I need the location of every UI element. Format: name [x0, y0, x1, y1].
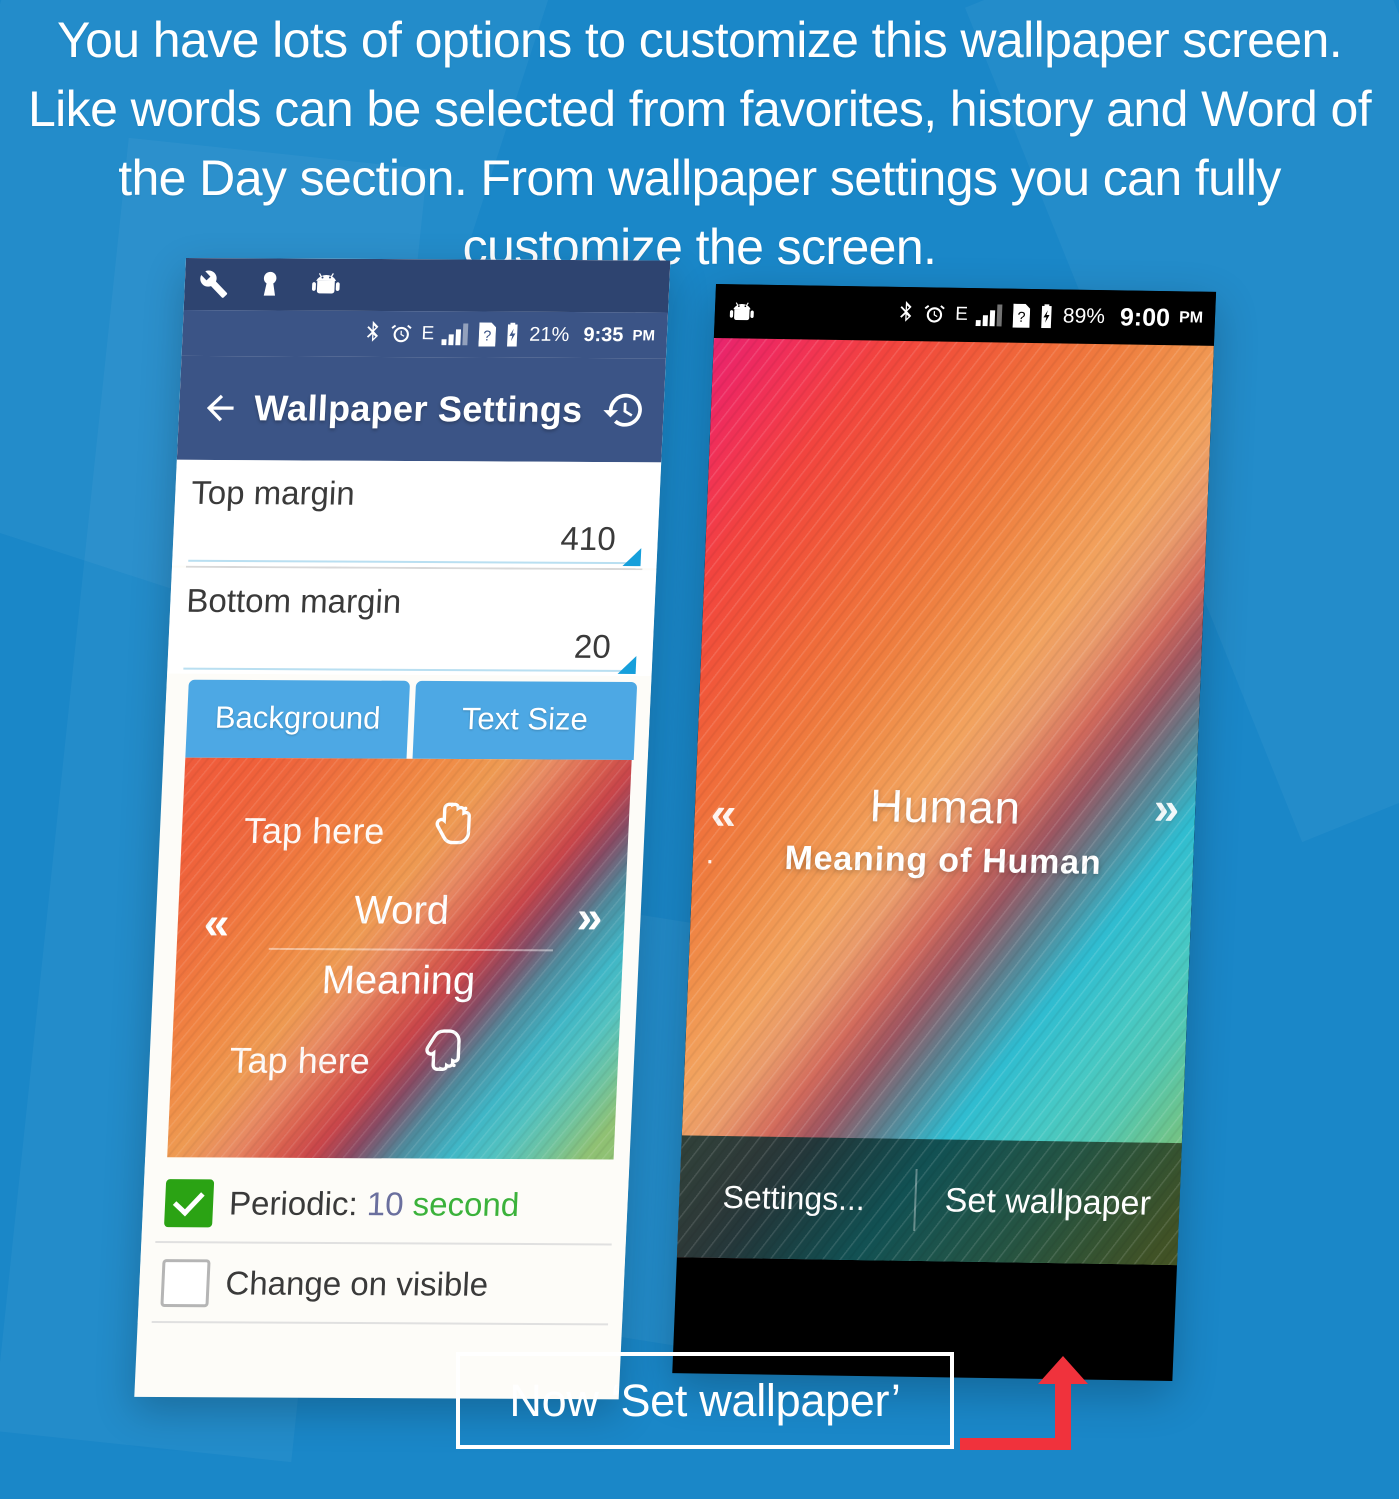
checkbox-periodic[interactable]: [164, 1179, 215, 1228]
live-wallpaper-canvas[interactable]: « » · Human Meaning of Human Settings...…: [676, 337, 1214, 1266]
right-phone-screenshot: E ? 89% 9:00 PM « » · Human Meaning of H…: [672, 284, 1217, 1381]
slider-handle-icon[interactable]: [622, 548, 642, 567]
tab-background[interactable]: Background: [185, 679, 411, 759]
preview-next-chevron-icon[interactable]: »: [576, 890, 604, 944]
caption-text: Now ‘Set wallpaper’: [509, 1374, 901, 1426]
right-clock-time: 9:00: [1119, 302, 1171, 332]
wallpaper-word: Human: [868, 779, 1022, 834]
alarm-icon: [391, 324, 412, 342]
preview-tap-top-label: Tap here: [243, 809, 386, 852]
left-app-bar: Wallpaper Settings: [176, 355, 666, 463]
left-status-bar: E ? 21% 9:35 PM: [181, 309, 669, 359]
signal-bars-icon: [441, 323, 469, 346]
slider-handle-icon[interactable]: [617, 655, 637, 675]
sim-question-icon: ?: [1012, 303, 1031, 328]
setting-underline[interactable]: [183, 655, 637, 675]
alarm-icon: [924, 304, 946, 323]
preview-tab-bar: Background Text Size: [163, 673, 652, 761]
android-head-icon: [729, 302, 754, 321]
right-status-bar: E ? 89% 9:00 PM: [713, 284, 1217, 346]
left-clock-time: 9:35: [582, 323, 624, 346]
edge-signal-icon: E: [421, 323, 434, 345]
checkbox-row-periodic[interactable]: Periodic: 10 second: [141, 1163, 629, 1246]
right-clock-meridiem: PM: [1178, 309, 1204, 327]
tab-text-size[interactable]: Text Size: [412, 680, 638, 760]
wallpaper-action-bar: Settings... Set wallpaper: [676, 1135, 1182, 1266]
left-phone-screenshot: E ? 21% 9:35 PM Wallpaper Settings Top m…: [134, 258, 671, 1400]
signal-bars-icon: [975, 304, 1003, 327]
settings-button[interactable]: Settings...: [679, 1178, 915, 1219]
left-battery-percent: 21%: [528, 323, 570, 346]
history-icon[interactable]: [601, 388, 647, 432]
wallpaper-meaning: Meaning of Human: [783, 838, 1103, 882]
hand-point-down-icon: [435, 802, 471, 845]
keyhole-icon: [263, 271, 277, 296]
bluetooth-icon: [900, 300, 912, 322]
edge-signal-icon: E: [954, 303, 968, 325]
set-wallpaper-button[interactable]: Set wallpaper: [915, 1181, 1180, 1224]
page-title: Wallpaper Settings: [253, 387, 584, 430]
android-head-icon: [311, 273, 340, 294]
svg-text:?: ?: [1017, 310, 1026, 326]
left-notification-bar: [183, 258, 671, 313]
checkbox-row-change-on-visible[interactable]: Change on visible: [138, 1243, 626, 1326]
left-clock-meridiem: PM: [632, 326, 656, 344]
preview-rule: [268, 947, 554, 952]
setting-label: Top margin: [190, 473, 356, 512]
wallpaper-preview[interactable]: Tap here Word Meaning Tap here « »: [167, 757, 632, 1160]
setting-underline[interactable]: [188, 548, 642, 567]
battery-charging-icon: [1041, 304, 1052, 329]
preview-tap-bottom-label: Tap here: [228, 1039, 371, 1082]
battery-charging-icon: [507, 322, 519, 347]
setting-label: Bottom margin: [185, 581, 403, 620]
checkbox-periodic-label: Periodic: 10 second: [228, 1184, 521, 1223]
checkbox-group: Periodic: 10 second Change on visible: [137, 1157, 630, 1326]
periodic-unit: second: [402, 1185, 521, 1223]
setting-value: 410: [559, 519, 617, 558]
bluetooth-icon: [366, 320, 379, 342]
preview-prev-chevron-icon[interactable]: «: [203, 896, 231, 950]
setting-row-top-margin[interactable]: Top margin 410: [172, 459, 662, 569]
caption-box: Now ‘Set wallpaper’: [456, 1352, 954, 1449]
preview-overlay: Tap here Word Meaning Tap here « »: [167, 758, 631, 1160]
svg-text:?: ?: [483, 329, 492, 345]
hand-point-up-icon: [425, 1029, 461, 1071]
headline-text: You have lots of options to customize th…: [27, 12, 1372, 275]
right-battery-percent: 89%: [1062, 304, 1106, 329]
periodic-number: 10: [366, 1185, 405, 1223]
preview-word-label: Word: [353, 888, 451, 933]
checkbox-change-on-visible[interactable]: [160, 1259, 211, 1308]
setting-value: 20: [573, 627, 612, 665]
checkbox-change-on-visible-label: Change on visible: [224, 1264, 489, 1303]
setting-row-bottom-margin[interactable]: Bottom margin 20: [167, 567, 657, 677]
up-arrow-callout-icon: [960, 1356, 1088, 1450]
preview-meaning-label: Meaning: [320, 958, 477, 1003]
sim-question-icon: ?: [478, 322, 497, 347]
wrench-icon: [200, 270, 228, 298]
